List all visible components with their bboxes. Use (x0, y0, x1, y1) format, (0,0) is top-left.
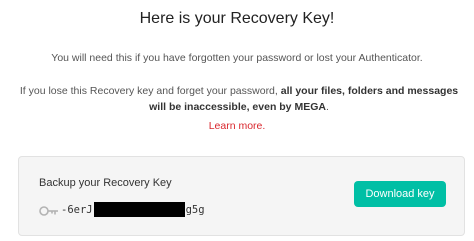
redaction-bar (93, 202, 185, 217)
recovery-key-value: -6erJ g5g (61, 202, 205, 217)
learn-more-link[interactable]: Learn more. (0, 120, 474, 132)
dialog-subtitle: You will need this if you have forgotten… (51, 52, 423, 64)
warning-text: If you lose this Recovery key and forget… (14, 83, 464, 115)
key-start: -6erJ (61, 203, 93, 216)
warning-suffix: . (325, 101, 329, 113)
dialog-title: Here is your Recovery Key! (139, 10, 335, 27)
key-end: g5g (185, 203, 205, 216)
key-icon (39, 206, 58, 216)
backup-label: Backup your Recovery Key (39, 177, 172, 189)
download-key-button[interactable]: Download key (354, 181, 446, 207)
warning-prefix: If you lose this Recovery key and forget… (19, 85, 281, 97)
recovery-key-panel: Backup your Recovery Key -6erJ g5g Downl… (18, 156, 465, 236)
